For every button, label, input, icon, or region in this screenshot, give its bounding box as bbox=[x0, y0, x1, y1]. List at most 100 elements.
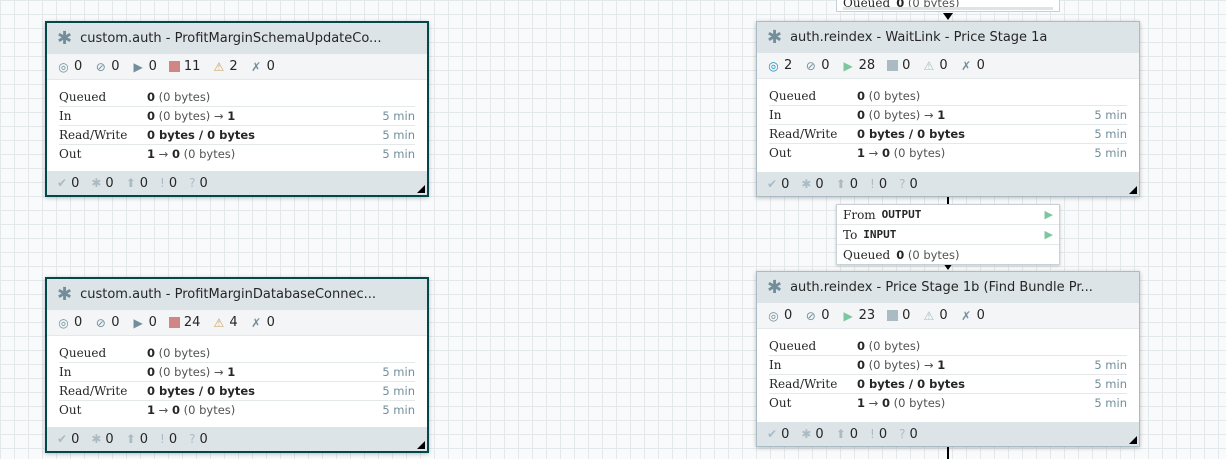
locally-modified-icon: ✱ bbox=[91, 176, 102, 190]
in-time: 5 min bbox=[382, 365, 415, 379]
in-bytes: (0 bytes) bbox=[158, 109, 211, 123]
stale-icon: ⬆ bbox=[835, 427, 846, 441]
up-to-date-count: 0 bbox=[71, 175, 80, 191]
queued-label: Queued bbox=[769, 339, 817, 353]
read-write-row: Read/Write 0 bytes / 0 bytes 5 min bbox=[59, 382, 415, 401]
process-group[interactable]: ✱ custom.auth - ProfitMarginSchemaUpdate… bbox=[45, 21, 429, 197]
resize-handle[interactable] bbox=[1129, 436, 1137, 444]
up-to-date-icon: ✔ bbox=[767, 427, 778, 441]
locally-modified-icon: ✱ bbox=[801, 427, 812, 441]
in-ports: 1 bbox=[937, 358, 946, 372]
stopped-icon bbox=[168, 317, 180, 328]
queued-bytes: (0 bytes) bbox=[158, 346, 211, 360]
queued-row: Queued 0 (0 bytes) bbox=[59, 344, 415, 362]
process-group-icon: ✱ bbox=[57, 27, 73, 49]
transmitting-icon: ◎ bbox=[768, 308, 779, 323]
sync-failure-icon: ! bbox=[870, 427, 875, 441]
disabled-icon: ✗ bbox=[961, 58, 972, 73]
process-group-header[interactable]: ✱ auth.reindex - Price Stage 1b (Find Bu… bbox=[757, 272, 1139, 303]
stopped-count: 24 bbox=[183, 315, 201, 330]
stale-icon: ⬆ bbox=[125, 432, 136, 446]
process-group-details: Queued 0 (0 bytes) In 0 (0 bytes) → 1 5 … bbox=[757, 329, 1139, 412]
invalid-icon: ⚠ bbox=[213, 59, 225, 74]
sync-failure-count: 0 bbox=[878, 426, 888, 442]
to-value: INPUT bbox=[863, 228, 897, 241]
sync-failure-count: 0 bbox=[168, 175, 178, 191]
in-row: In 0 (0 bytes) → 1 5 min bbox=[769, 355, 1127, 375]
running-count: 0 bbox=[148, 315, 157, 330]
unknown-count: 0 bbox=[199, 175, 208, 191]
sync-failure-icon: ! bbox=[160, 432, 165, 446]
process-group-name: custom.auth - ProfitMarginDatabaseConnec… bbox=[80, 287, 376, 302]
locally-modified-icon: ✱ bbox=[801, 177, 812, 191]
invalid-count: 0 bbox=[939, 308, 948, 323]
process-group[interactable]: ✱ custom.auth - ProfitMarginDatabaseConn… bbox=[45, 277, 429, 453]
read-write-row: Read/Write 0 bytes / 0 bytes 5 min bbox=[769, 125, 1127, 144]
process-group-name: custom.auth - ProfitMarginSchemaUpdateCo… bbox=[80, 31, 382, 46]
in-time: 5 min bbox=[1094, 358, 1127, 372]
read-write-value: 0 bytes / 0 bytes bbox=[147, 128, 255, 142]
in-ports: 1 bbox=[227, 109, 236, 123]
invalid-icon: ⚠ bbox=[213, 315, 225, 330]
out-ports: 1 bbox=[857, 396, 866, 410]
not-transmitting-count: 0 bbox=[821, 58, 830, 73]
in-time: 5 min bbox=[1094, 108, 1127, 122]
out-bytes: (0 bytes) bbox=[893, 146, 946, 160]
unknown-icon: ? bbox=[189, 176, 196, 190]
invalid-count: 4 bbox=[229, 315, 238, 330]
read-write-label: Read/Write bbox=[769, 127, 838, 141]
out-count: 0 bbox=[881, 396, 890, 410]
out-label: Out bbox=[769, 396, 792, 410]
stopped-count: 0 bbox=[902, 308, 911, 323]
up-to-date-icon: ✔ bbox=[57, 176, 68, 190]
in-count: 0 bbox=[857, 358, 866, 372]
unknown-icon: ? bbox=[189, 432, 196, 446]
out-arrow: → bbox=[158, 147, 169, 161]
process-group-name: auth.reindex - Price Stage 1b (Find Bund… bbox=[790, 280, 1093, 295]
in-arrow: → bbox=[923, 358, 934, 372]
process-group-details: Queued 0 (0 bytes) In 0 (0 bytes) → 1 5 … bbox=[47, 336, 427, 419]
queued-bytes: (0 bytes) bbox=[907, 247, 960, 262]
not-transmitting-icon: ⊘ bbox=[805, 58, 816, 73]
process-group-header[interactable]: ✱ custom.auth - ProfitMarginSchemaUpdate… bbox=[47, 23, 427, 54]
out-ports: 1 bbox=[857, 146, 866, 160]
connection-label-top[interactable]: Queued 0 (0 bytes) bbox=[836, 0, 1060, 12]
process-group-stats: ◎ 0 ⊘ 0 ▶ 23 0 ⚠ 0 ✗ 0 bbox=[757, 303, 1139, 329]
running-icon: ▶ bbox=[843, 58, 853, 73]
sync-failure-icon: ! bbox=[160, 176, 165, 190]
from-label: From bbox=[843, 207, 876, 222]
resize-handle[interactable] bbox=[1129, 186, 1137, 194]
disabled-icon: ✗ bbox=[251, 59, 262, 74]
locally-modified-count: 0 bbox=[105, 431, 114, 447]
resize-handle[interactable] bbox=[417, 185, 425, 193]
queued-count: 0 bbox=[147, 90, 156, 104]
process-group[interactable]: ✱ auth.reindex - Price Stage 1b (Find Bu… bbox=[756, 271, 1140, 447]
disabled-count: 0 bbox=[266, 59, 275, 74]
resize-handle[interactable] bbox=[417, 441, 425, 449]
queued-row: Queued 0 (0 bytes) bbox=[59, 88, 415, 106]
in-count: 0 bbox=[147, 109, 156, 123]
read-write-time: 5 min bbox=[382, 384, 415, 398]
queued-count: 0 bbox=[857, 89, 866, 103]
in-label: In bbox=[769, 108, 782, 122]
up-to-date-icon: ✔ bbox=[57, 432, 68, 446]
queued-label: Queued bbox=[843, 247, 891, 262]
stale-icon: ⬆ bbox=[835, 177, 846, 191]
in-row: In 0 (0 bytes) → 1 5 min bbox=[59, 106, 415, 126]
process-group-header[interactable]: ✱ custom.auth - ProfitMarginDatabaseConn… bbox=[47, 279, 427, 310]
connection-label[interactable]: From OUTPUT ▶ To INPUT ▶ Queued 0 (0 byt… bbox=[836, 204, 1060, 265]
process-group-stats: ◎ 2 ⊘ 0 ▶ 28 0 ⚠ 0 ✗ 0 bbox=[757, 53, 1139, 79]
process-group[interactable]: ✱ auth.reindex - WaitLink - Price Stage … bbox=[756, 21, 1140, 197]
read-write-value: 0 bytes / 0 bytes bbox=[857, 127, 965, 141]
out-time: 5 min bbox=[1094, 396, 1127, 410]
running-count: 0 bbox=[148, 59, 157, 74]
process-group-footer: ✔ 0 ✱ 0 ⬆ 0 ! 0 ? 0 bbox=[757, 422, 1139, 446]
out-ports: 1 bbox=[147, 403, 156, 417]
unknown-icon: ? bbox=[899, 427, 906, 441]
in-count: 0 bbox=[147, 365, 156, 379]
in-row: In 0 (0 bytes) → 1 5 min bbox=[769, 105, 1127, 125]
queued-bytes: (0 bytes) bbox=[868, 89, 921, 103]
process-group-header[interactable]: ✱ auth.reindex - WaitLink - Price Stage … bbox=[757, 22, 1139, 53]
in-bytes: (0 bytes) bbox=[158, 365, 211, 379]
unknown-count: 0 bbox=[909, 426, 918, 442]
